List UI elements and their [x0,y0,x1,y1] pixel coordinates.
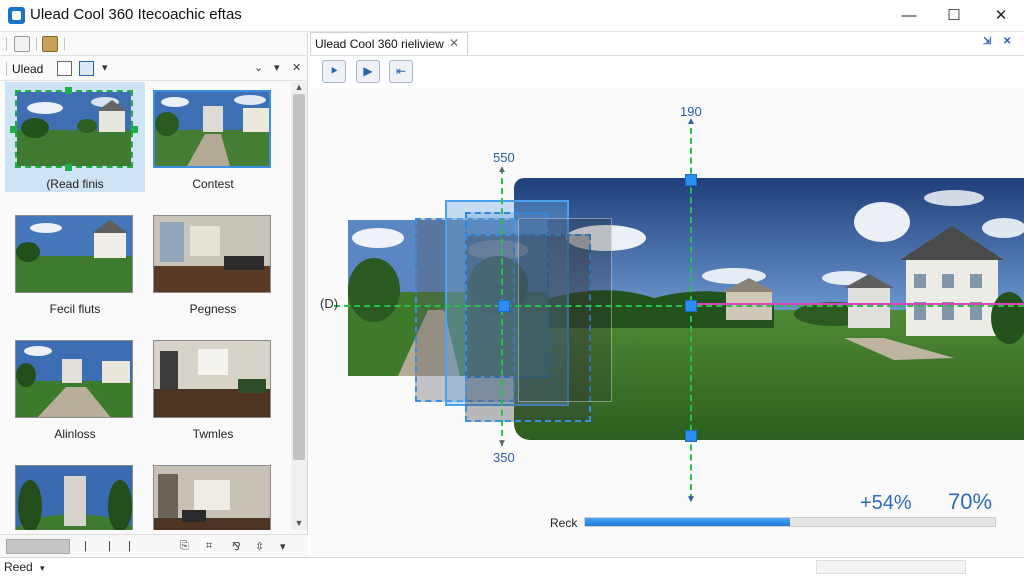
horizontal-guide-magenta [690,303,1024,305]
library-footer: | | | ⎘ ⌗ ⅋ ⇳ ▾ [0,534,308,557]
close-button[interactable]: ✕ [986,4,1016,28]
thumbnail-image [15,90,133,168]
thumbnail-item[interactable] [143,457,283,530]
tab-preview[interactable]: Ulead Cool 360 rieliview ✕ [310,32,468,56]
thumbnail-label: Twmles [192,427,234,441]
handle-frame-center[interactable] [498,300,510,312]
arrow-up-icon: ▲ [497,164,507,175]
link-icon[interactable]: ⎘ [180,540,189,553]
horizontal-guide[interactable] [334,305,1024,307]
thumbnail-gallery: (Read finis Contest Fecil fluts Pegness … [0,82,290,530]
thumbnail-image [153,465,271,530]
thumbnail-item[interactable]: Alinloss [5,332,145,442]
toolbar-separator [64,37,65,51]
coord-top-label: 190 [680,104,702,119]
panel-close-icon[interactable]: ✕ [292,61,301,74]
tab-close-icon[interactable]: ✕ [449,36,459,50]
scrollbar-thumb[interactable] [293,94,305,460]
coord-lower-label: 350 [493,450,515,465]
app-icon [8,7,25,24]
thumbnail-image [153,90,271,168]
step-button[interactable]: ⯈ [322,60,346,83]
thumbnail-item[interactable]: Twmles [143,332,283,442]
change-percent: +54% [860,492,912,514]
thumbnail-item[interactable]: Fecil fluts [5,207,145,317]
gallery-scrollbar[interactable]: ▲ ▼ [291,82,307,530]
footer-tick: | [108,540,111,552]
library-pane: Ulead ▾ ⌄ ▾ ✕ (Read finis Contest Fecil … [0,32,308,557]
panel-options-icon[interactable]: ⌄ [254,61,263,74]
thumbnail-item[interactable] [5,457,145,530]
progress-label: Reck [550,516,578,530]
handle-bottom[interactable] [685,430,697,442]
thumbnail-image [15,465,133,530]
grid-icon[interactable]: ⌗ [206,540,212,553]
title-bar: Ulead Cool 360 Itecoachic eftas — ☐ ✕ [0,0,1024,32]
thumbnail-item[interactable]: Contest [143,82,283,192]
list-view-icon[interactable] [57,61,72,76]
preview-canvas[interactable]: ▲ ▼ ▲ ▼ 190 550 350 (D) [310,88,1024,556]
panel-pin-icon[interactable]: ▾ [274,61,280,74]
thumbnail-image [153,340,271,418]
minimize-button[interactable]: — [894,4,924,28]
scroll-down-icon[interactable]: ▼ [291,518,307,528]
tabstrip-divider [310,55,1024,56]
document-icon[interactable] [14,36,30,52]
thumbnail-image [15,215,133,293]
close-panel-icon[interactable]: ✕ [1003,36,1011,47]
thumbnail-item[interactable]: (Read finis [5,82,145,192]
back-button[interactable]: ⇤ [389,60,413,83]
arrow-down-icon: ▼ [686,494,696,505]
footer-tick: | [84,540,87,552]
handle-center[interactable] [685,300,697,312]
status-dropdown-icon: ▾ [40,563,45,573]
progress-bar [584,517,996,527]
thumbnail-label: Fecil fluts [49,302,101,316]
status-dropdown[interactable]: Reed ▾ [4,560,45,574]
thumbnail-image [15,340,133,418]
float-panel-icon[interactable]: ⇲ [983,36,991,47]
coord-left-label: (D) [320,296,339,311]
left-toolbar [0,32,308,56]
grid-view-icon[interactable] [79,61,94,76]
play-button[interactable]: ▶ [356,60,380,83]
footer-dropdown-icon[interactable]: ▾ [280,540,286,553]
maximize-button[interactable]: ☐ [939,4,969,28]
view-dropdown-icon[interactable]: ▾ [102,61,108,74]
panel-grip [6,62,7,76]
status-bar: Reed ▾ [0,557,1024,576]
scroll-up-icon[interactable]: ▲ [291,82,307,92]
status-field [816,560,966,574]
thumbnail-label: Contest [192,177,234,191]
total-percent: 70% [948,489,993,514]
status-label: Reed [4,560,33,574]
progress-fill [585,518,790,526]
toolbar-separator [36,37,37,51]
package-icon[interactable] [42,36,58,52]
overlay-frame[interactable] [518,218,612,402]
coord-upper-label: 550 [493,150,515,165]
tab-label: Ulead Cool 360 rieliview [315,37,444,51]
toolbar-grip [6,37,7,51]
tag-icon[interactable]: ⅋ [232,540,241,553]
thumbnail-label: (Read finis [46,177,104,191]
sort-icon[interactable]: ⇳ [255,540,264,553]
zoom-slider-field[interactable] [6,539,70,554]
footer-tick: | [128,540,131,552]
handle-top[interactable] [685,174,697,186]
app-title: Ulead Cool 360 Itecoachic eftas [30,6,242,23]
thumbnail-image [153,215,271,293]
thumbnail-item[interactable]: Pegness [143,207,283,317]
arrow-down-icon: ▼ [497,438,507,449]
library-panel-header: Ulead ▾ ⌄ ▾ ✕ [0,57,308,81]
thumbnail-label: Alinloss [54,427,96,441]
panel-title: Ulead [12,62,44,76]
thumbnail-label: Pegness [189,302,237,316]
